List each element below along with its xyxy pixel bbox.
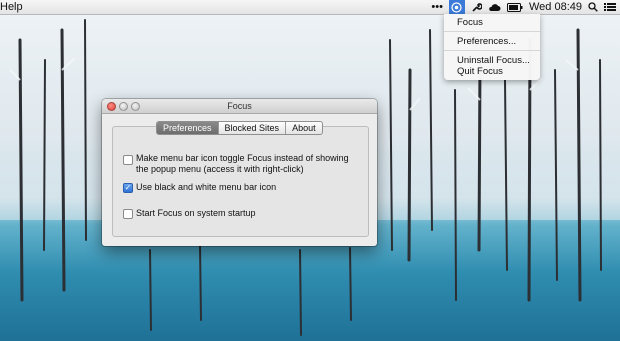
tab-blocked-sites[interactable]: Blocked Sites — [219, 122, 287, 134]
bw-icon-checkbox[interactable]: ✓ — [123, 183, 133, 193]
search-icon[interactable] — [588, 0, 598, 14]
battery-icon[interactable] — [506, 0, 523, 14]
menu-help[interactable]: Help — [0, 0, 23, 14]
bw-icon-label: Use black and white menu bar icon — [136, 182, 277, 192]
focus-dropdown-menu: Focus Preferences... Uninstall Focus... … — [444, 14, 540, 80]
cloud-icon[interactable] — [488, 0, 501, 14]
menu-item-quit[interactable]: Quit Focus — [457, 66, 503, 77]
toggle-focus-label-line2: the popup menu (access it with right-cli… — [136, 164, 304, 174]
tab-bar: Preferences Blocked Sites About — [156, 121, 323, 135]
window-titlebar[interactable]: Focus — [102, 99, 377, 114]
menu-item-preferences[interactable]: Preferences... — [457, 36, 516, 47]
menu-item-focus[interactable]: Focus — [457, 17, 483, 28]
startup-checkbox[interactable] — [123, 209, 133, 219]
startup-label: Start Focus on system startup — [136, 208, 256, 218]
list-icon[interactable] — [604, 0, 616, 14]
more-icon[interactable]: ••• — [431, 0, 443, 14]
menu-bar: Help ••• Wed 08:49 — [0, 0, 620, 15]
menu-separator — [444, 50, 540, 51]
tab-about[interactable]: About — [286, 122, 322, 134]
clock[interactable]: Wed 08:49 — [529, 0, 582, 14]
option-bw-icon: ✓ Use black and white menu bar icon — [123, 182, 344, 193]
toggle-focus-label-line1: Make menu bar icon toggle Focus instead … — [136, 153, 349, 163]
option-startup: Start Focus on system startup — [123, 208, 344, 219]
window-title: Focus — [227, 101, 252, 111]
focus-menu-icon[interactable] — [448, 0, 465, 14]
toggle-focus-checkbox[interactable] — [123, 155, 133, 165]
menu-separator — [444, 31, 540, 32]
wrench-icon[interactable] — [471, 0, 482, 14]
focus-icon — [451, 1, 463, 13]
menu-bar-extras: ••• Wed 08:49 — [431, 0, 620, 14]
menu-item-uninstall[interactable]: Uninstall Focus... — [457, 55, 530, 66]
tab-preferences[interactable]: Preferences — [157, 122, 219, 134]
focus-preferences-window: Focus Preferences Blocked Sites About Ma… — [102, 99, 377, 246]
option-toggle-focus: Make menu bar icon toggle Focus instead … — [123, 153, 364, 175]
